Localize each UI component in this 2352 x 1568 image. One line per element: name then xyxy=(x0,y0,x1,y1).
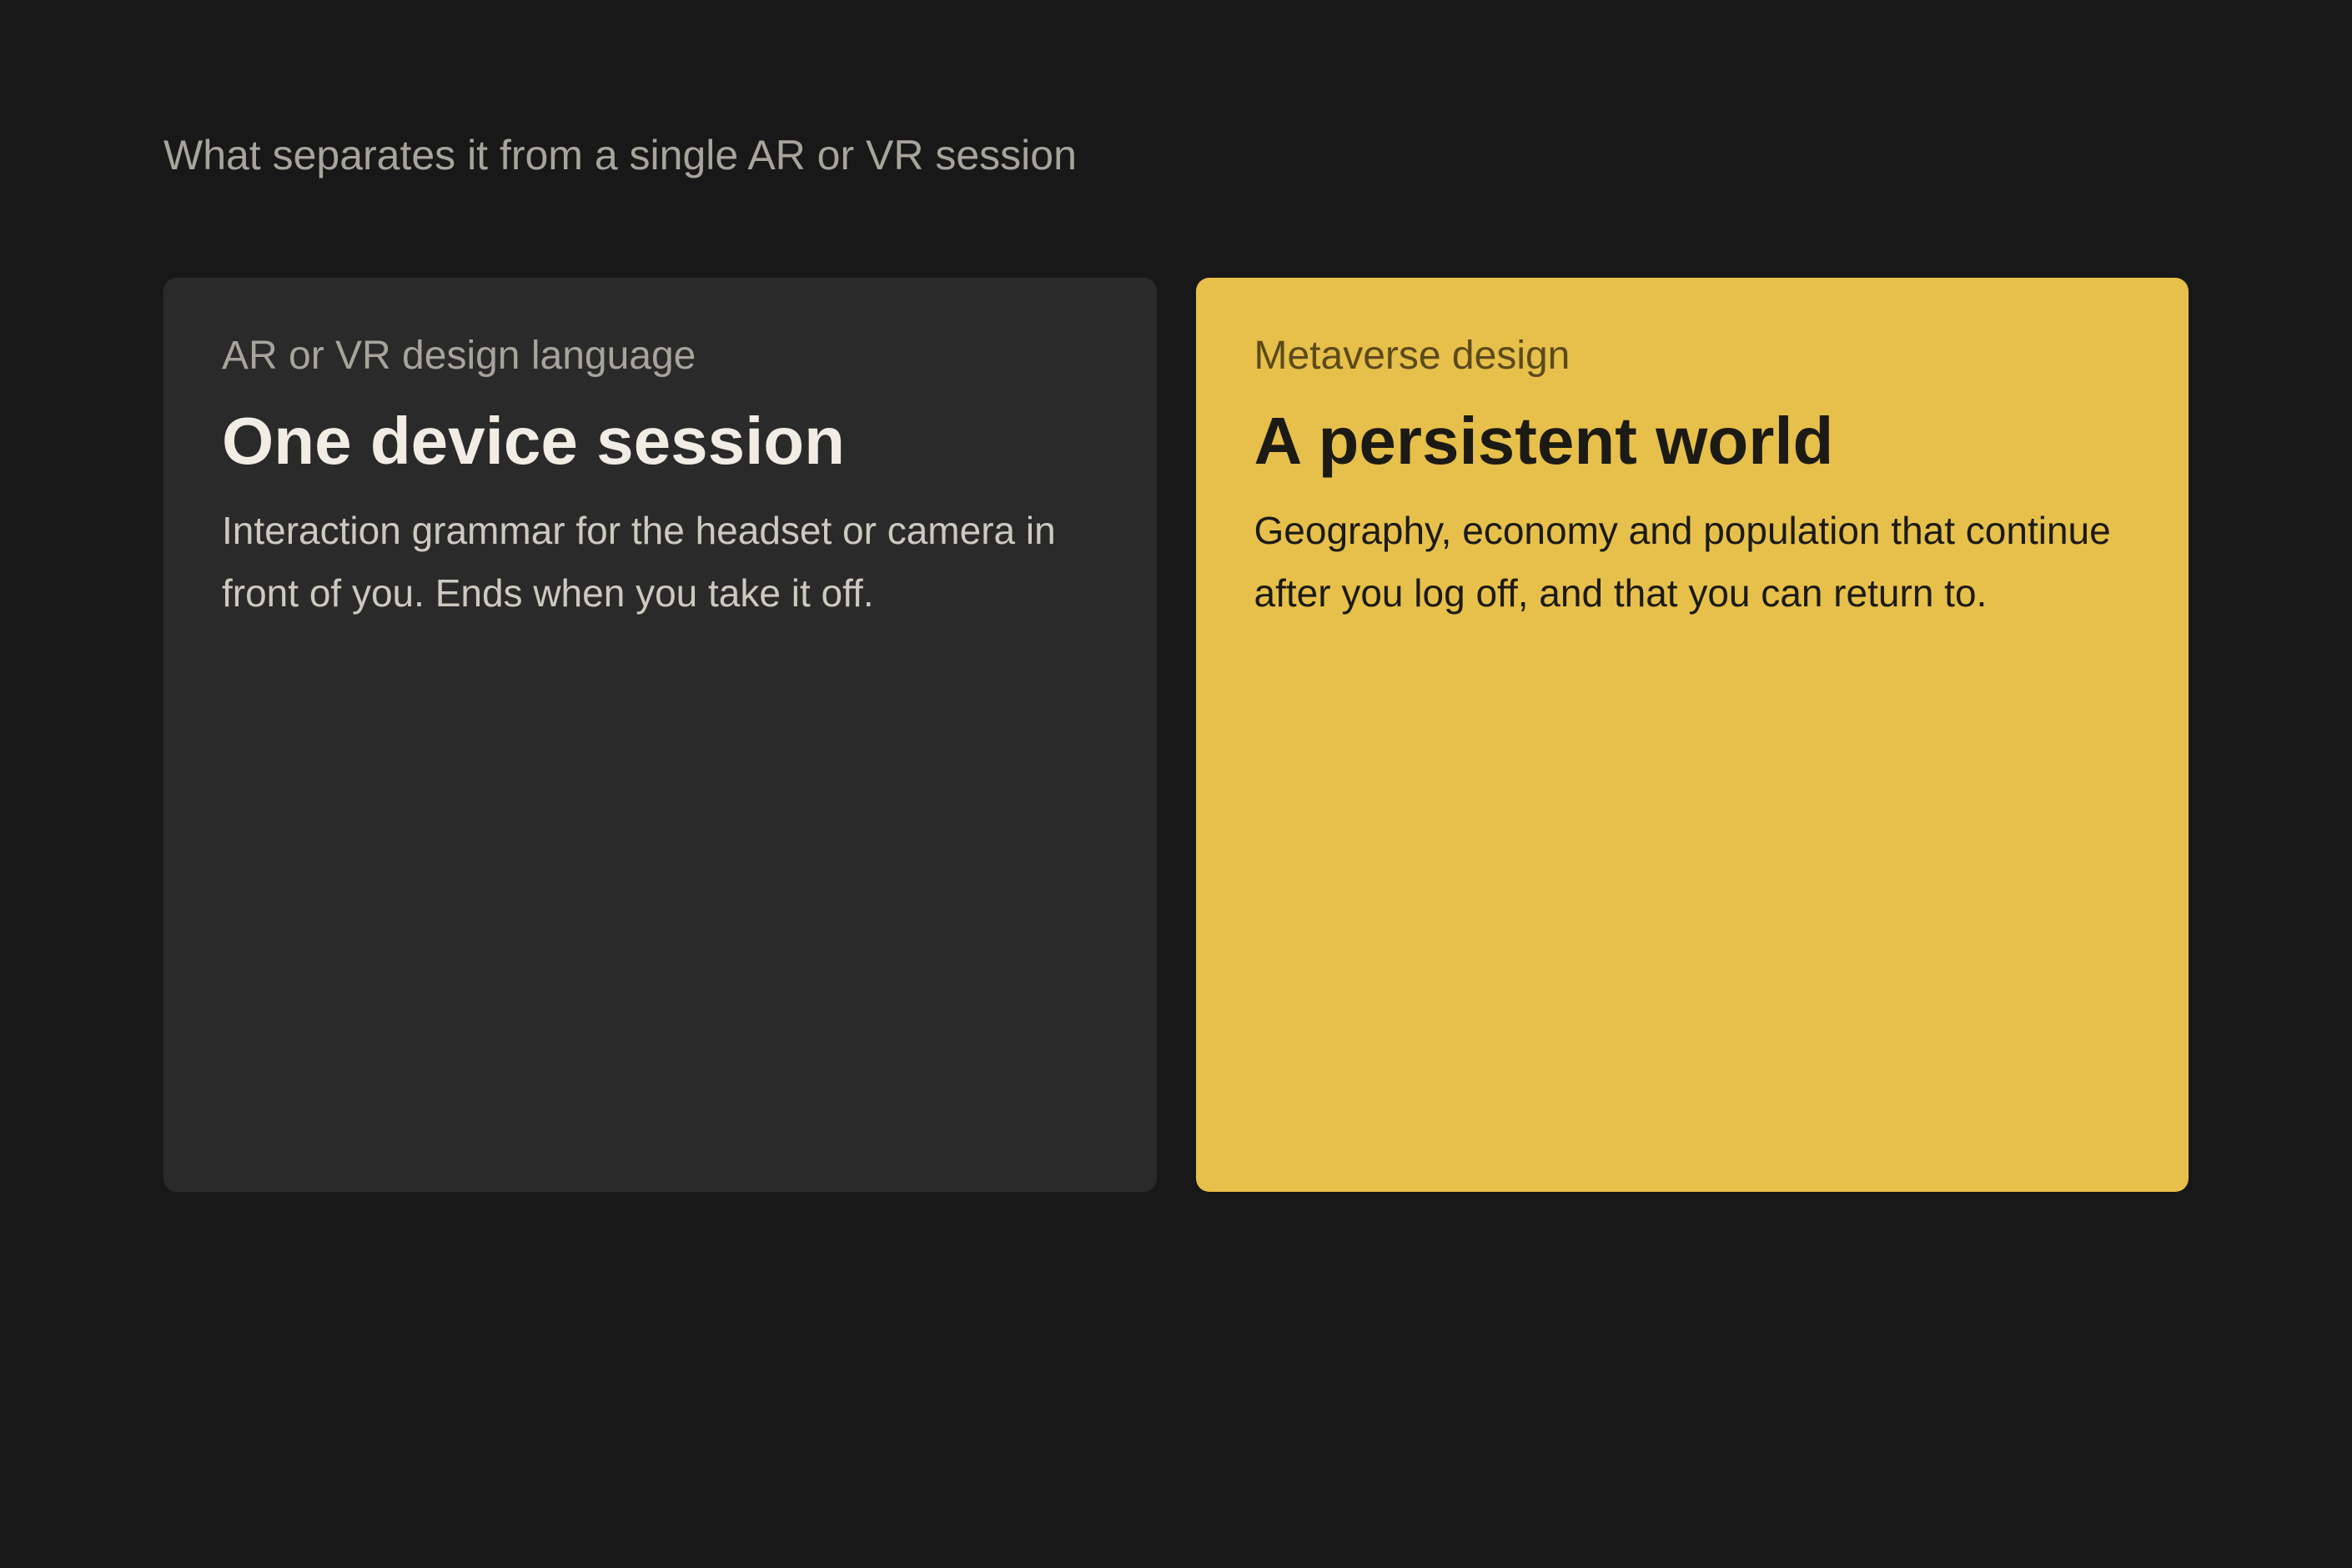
card-title: One device session xyxy=(222,404,846,478)
card-title: A persistent world xyxy=(1254,404,1834,478)
card-body: Geography, economy and population that c… xyxy=(1254,509,2111,615)
section-heading: What separates it from a single AR or VR… xyxy=(163,132,1077,178)
comparison-cards: AR or VR design language One device sess… xyxy=(163,278,2189,1192)
card-ar-vr-design-language: AR or VR design language One device sess… xyxy=(163,278,1157,1192)
card-metaverse-design: Metaverse design A persistent world Geog… xyxy=(1195,278,2189,1192)
comparison-page: What separates it from a single AR or VR… xyxy=(163,0,2189,1568)
card-eyebrow: AR or VR design language xyxy=(222,334,696,378)
card-body: Interaction grammar for the headset or c… xyxy=(222,509,1056,615)
card-eyebrow: Metaverse design xyxy=(1254,334,1571,378)
